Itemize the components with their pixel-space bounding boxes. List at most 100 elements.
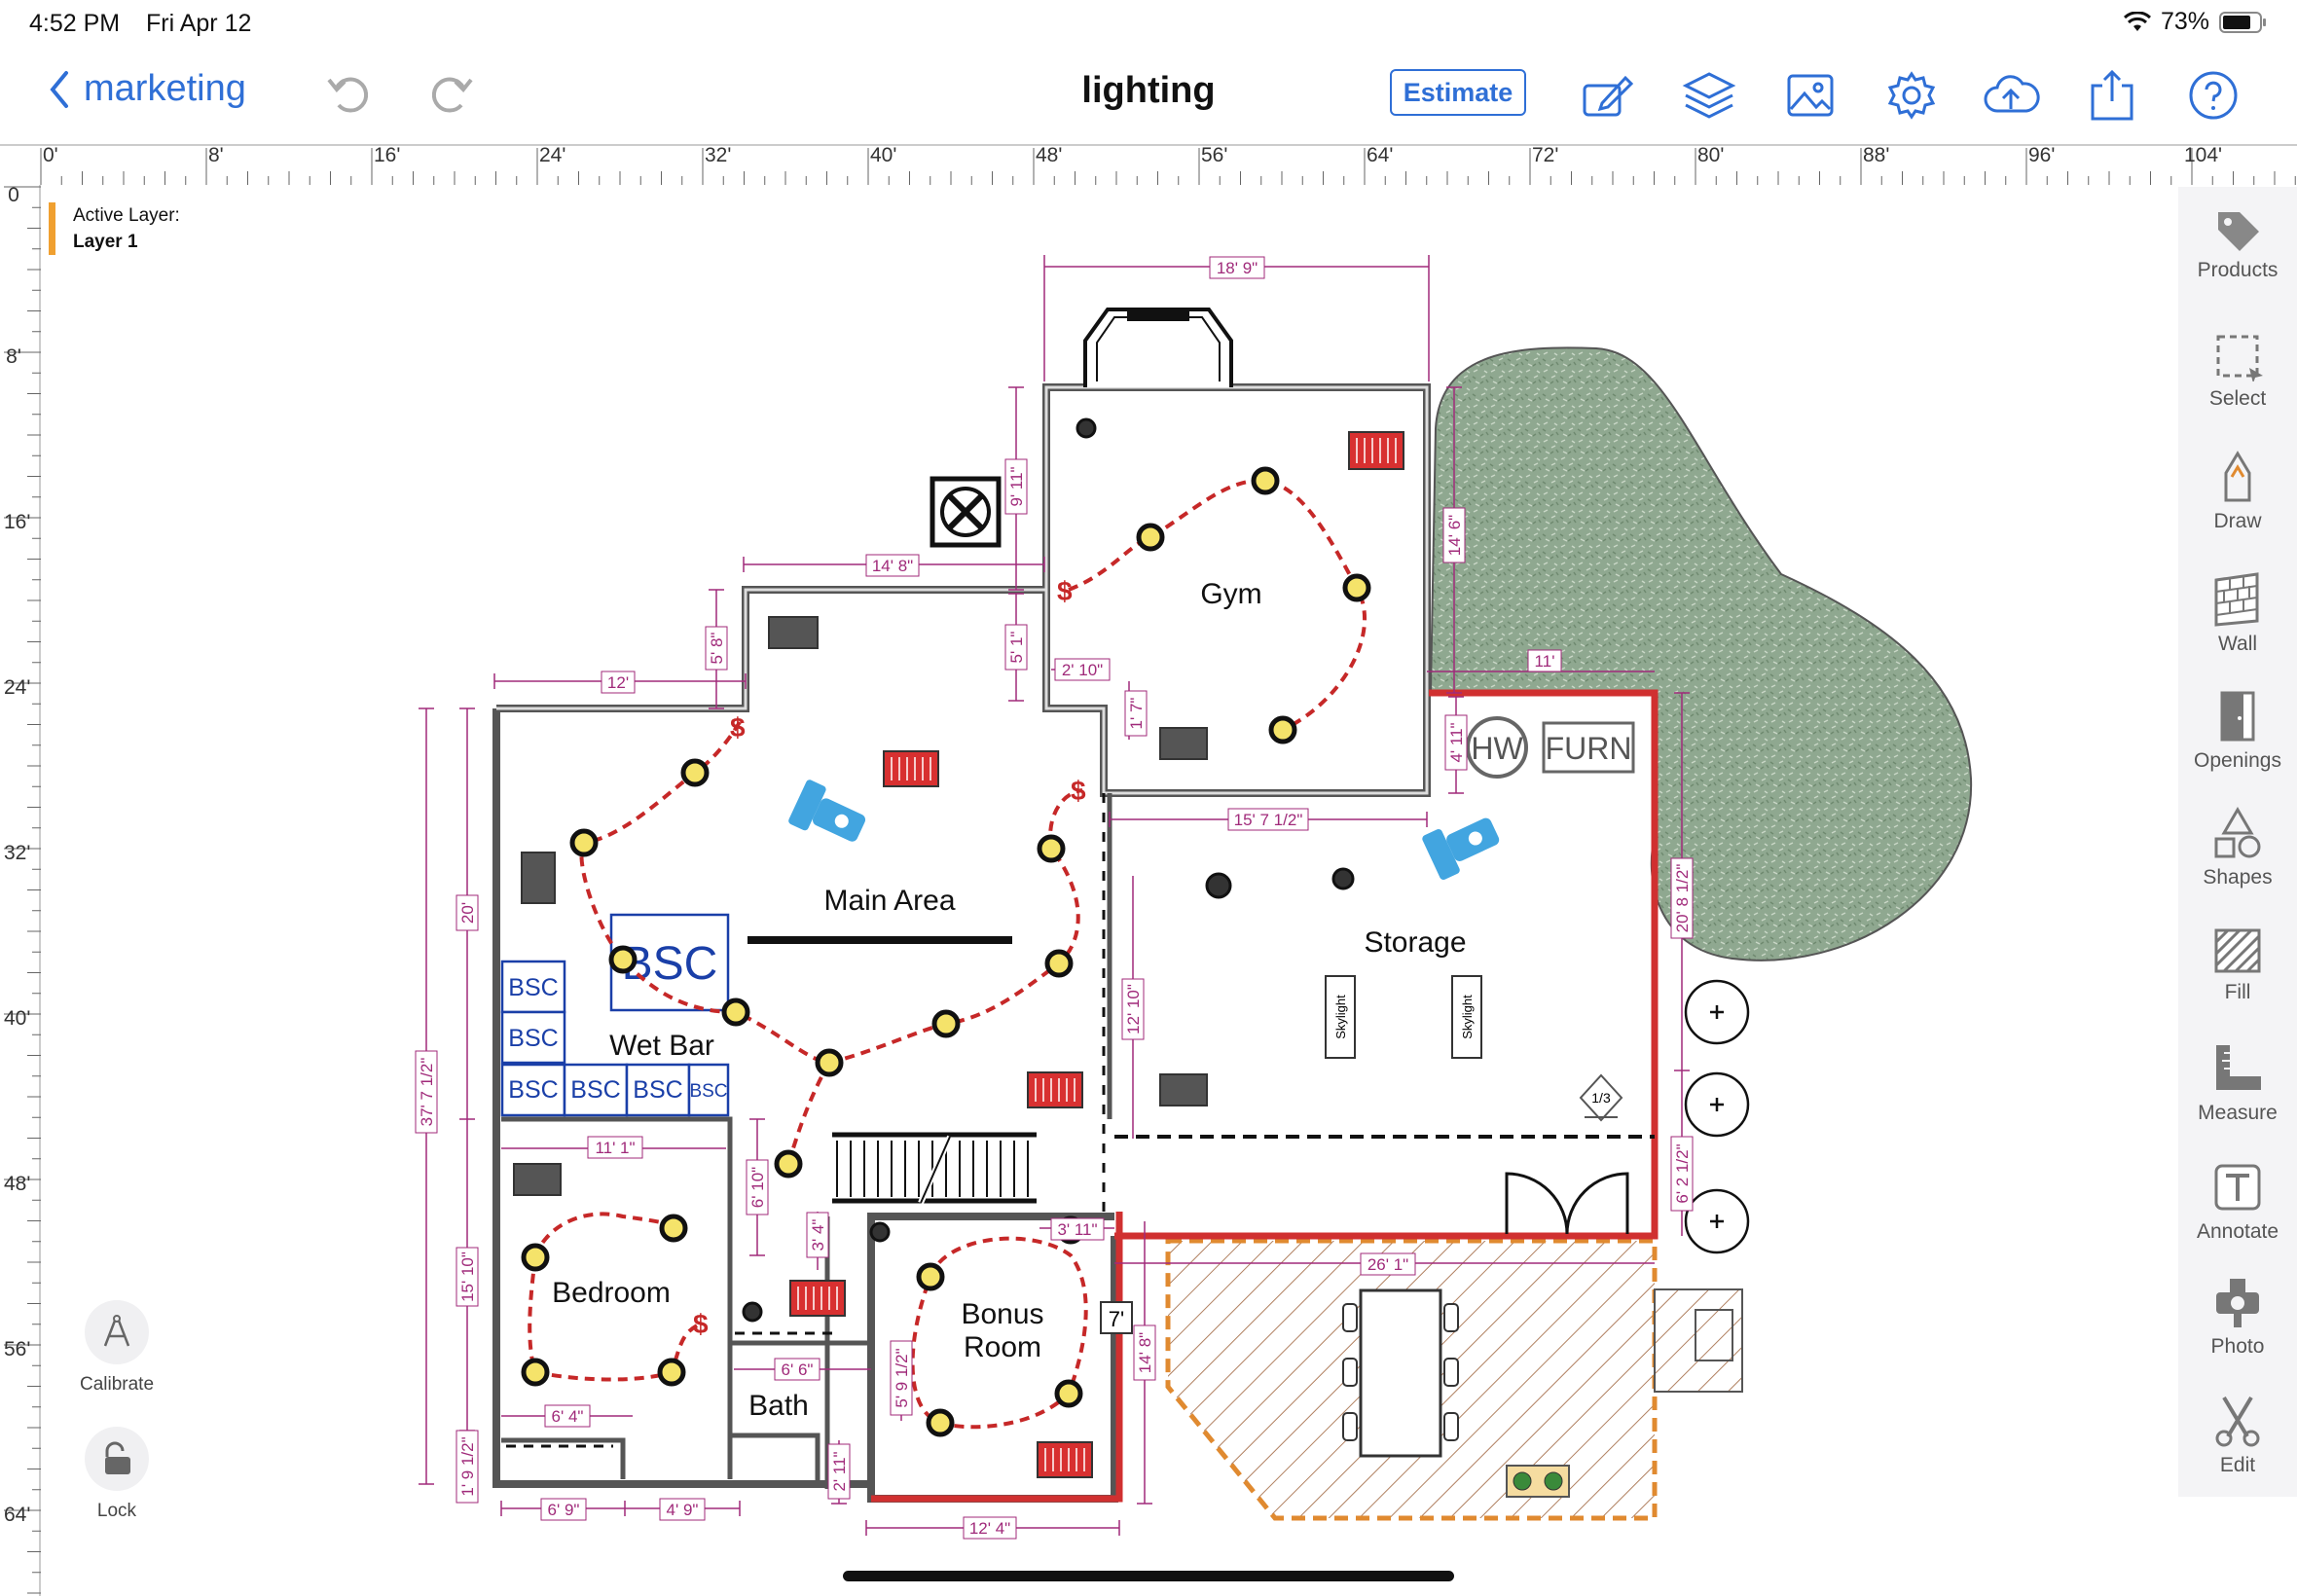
dimension-label: 2' 11" <box>827 1443 851 1500</box>
svg-text:11' 1": 11' 1" <box>595 1139 635 1157</box>
text-icon <box>2214 1164 2261 1211</box>
dimension-label: 5' 9 1/2" <box>890 1340 913 1416</box>
svg-text:4' 9": 4' 9" <box>667 1501 699 1519</box>
wifi-icon <box>2123 11 2151 31</box>
ruler-label: 16' <box>374 144 401 166</box>
svg-text:4' 11": 4' 11" <box>1447 722 1466 762</box>
ac-unit[interactable] <box>930 476 1002 548</box>
ruler-label: 56' <box>1201 144 1228 166</box>
svg-text:14' 8": 14' 8" <box>1136 1332 1154 1373</box>
dimension-label: 6' 9" <box>540 1498 587 1521</box>
tool-annotate[interactable]: Annotate <box>2178 1160 2297 1244</box>
gear-icon[interactable] <box>1882 66 1941 125</box>
dimension-label: 26' 1" <box>1360 1252 1416 1276</box>
dimension-label: 3' 4" <box>806 1212 829 1258</box>
tool-wall[interactable]: Wall <box>2178 572 2297 656</box>
share-icon[interactable] <box>2083 66 2141 125</box>
tool-label: Products <box>2197 259 2279 281</box>
help-icon[interactable] <box>2184 66 2242 125</box>
shrubs[interactable] <box>1684 979 1750 1254</box>
svg-text:11': 11' <box>1535 652 1555 671</box>
estimate-button[interactable]: Estimate <box>1390 69 1526 116</box>
lock-button[interactable]: Lock <box>58 1427 175 1522</box>
annotation-marker[interactable] <box>787 779 871 852</box>
calibrate-button[interactable]: Calibrate <box>58 1300 175 1396</box>
room-label-bath: Bath <box>748 1390 809 1422</box>
status-right: 73% <box>2123 8 2268 36</box>
dimension-label: 15' 7 1/2" <box>1227 808 1309 831</box>
status-bar: 4:52 PM Fri Apr 12 73% <box>0 0 2297 47</box>
dimension-label: 14' 8" <box>865 554 920 577</box>
svg-text:$: $ <box>730 712 746 743</box>
ruler-label: 32' <box>705 144 732 166</box>
ruler-label: 80' <box>1697 144 1725 166</box>
svg-text:2' 10": 2' 10" <box>1062 661 1103 679</box>
annotation-marker[interactable] <box>1421 808 1505 882</box>
ruler-label: 0' <box>43 144 58 166</box>
floor-plan-canvas[interactable]: HW FURN Skylight Skylight 1/3 7' BSC BSC… <box>0 185 2176 1567</box>
fraction-marker[interactable]: 1/3 <box>1579 1073 1623 1122</box>
patio-grill[interactable] <box>1695 1309 1733 1361</box>
tool-fill[interactable]: Fill <box>2178 926 2297 1004</box>
image-icon[interactable] <box>1781 66 1840 125</box>
ruler-label: 64' <box>1367 144 1394 166</box>
tool-edit[interactable]: Edit <box>2178 1394 2297 1477</box>
staircase[interactable] <box>832 1132 1037 1205</box>
dimension-label: 4' 11" <box>1444 714 1468 771</box>
switches[interactable]: $ $ $ $ <box>693 576 1086 1339</box>
fraction-label: 1/3 <box>1591 1090 1611 1106</box>
highlighted-wall[interactable] <box>1114 689 1659 1240</box>
svg-text:37' 7 1/2": 37' 7 1/2" <box>418 1058 436 1127</box>
dimension-label: 6' 4" <box>544 1404 591 1428</box>
lawn-area[interactable] <box>1429 346 1973 961</box>
room-label-bonus: Bonus <box>961 1298 1043 1330</box>
fireplace[interactable] <box>1083 308 1233 387</box>
svg-text:18' 9": 18' 9" <box>1217 259 1258 277</box>
cloud-upload-icon[interactable] <box>1982 66 2040 125</box>
layers-icon[interactable] <box>1680 66 1738 125</box>
double-door[interactable] <box>1505 1172 1629 1235</box>
tool-select[interactable]: Select <box>2178 333 2297 411</box>
tool-label: Select <box>2208 387 2267 410</box>
patio-table[interactable] <box>1342 1288 1459 1458</box>
tool-draw[interactable]: Draw <box>2178 450 2297 533</box>
svg-text:6' 2 1/2": 6' 2 1/2" <box>1673 1143 1692 1203</box>
dimension-label: 15' 10" <box>456 1247 479 1307</box>
battery-icon <box>2219 11 2266 33</box>
room-label-storage: Storage <box>1364 926 1466 959</box>
tool-photo[interactable]: Photo <box>2178 1275 2297 1359</box>
tool-openings[interactable]: Openings <box>2178 689 2297 773</box>
water-heater-label: HW <box>1471 731 1523 766</box>
tool-label: Edit <box>2219 1454 2256 1476</box>
svg-text:2' 11": 2' 11" <box>830 1451 849 1491</box>
svg-text:1' 9 1/2": 1' 9 1/2" <box>458 1436 477 1496</box>
cabinet-label: BSC <box>570 1076 620 1104</box>
svg-text:9' 11": 9' 11" <box>1007 466 1026 506</box>
dimension-label: 3' 11" <box>1050 1217 1105 1241</box>
status-date: Fri Apr 12 <box>146 10 252 37</box>
tool-label: Photo <box>2210 1335 2265 1358</box>
edit-pen-icon[interactable] <box>1579 66 1637 125</box>
svg-text:6' 4": 6' 4" <box>552 1407 584 1426</box>
tool-products[interactable]: Products <box>2178 204 2297 282</box>
dimension-label: 14' 6" <box>1442 507 1466 563</box>
compass-icon <box>103 1315 130 1347</box>
dimension-label: 11' 1" <box>587 1136 643 1159</box>
tool-shapes[interactable]: Shapes <box>2178 806 2297 889</box>
dimension-label: 4' 9" <box>659 1498 706 1521</box>
svg-text:3' 4": 3' 4" <box>809 1219 827 1251</box>
svg-text:12' 4": 12' 4" <box>969 1519 1010 1538</box>
home-indicator[interactable] <box>843 1571 1454 1581</box>
tool-measure[interactable]: Measure <box>2178 1041 2297 1125</box>
shapes-icon <box>2214 807 2261 858</box>
svg-text:1' 7": 1' 7" <box>1127 698 1146 730</box>
svg-text:20' 8 1/2": 20' 8 1/2" <box>1673 864 1692 933</box>
tool-label: Fill <box>2224 981 2251 1003</box>
room-label-gym: Gym <box>1200 578 1261 610</box>
dimension-label: 14' 8" <box>1133 1324 1156 1381</box>
dimension-label: 18' 9" <box>1209 256 1265 279</box>
dimension-label: 37' 7 1/2" <box>415 1050 438 1134</box>
ruler-label: 24' <box>539 144 566 166</box>
fill-icon <box>2214 928 2261 973</box>
svg-text:6' 9": 6' 9" <box>548 1501 580 1519</box>
